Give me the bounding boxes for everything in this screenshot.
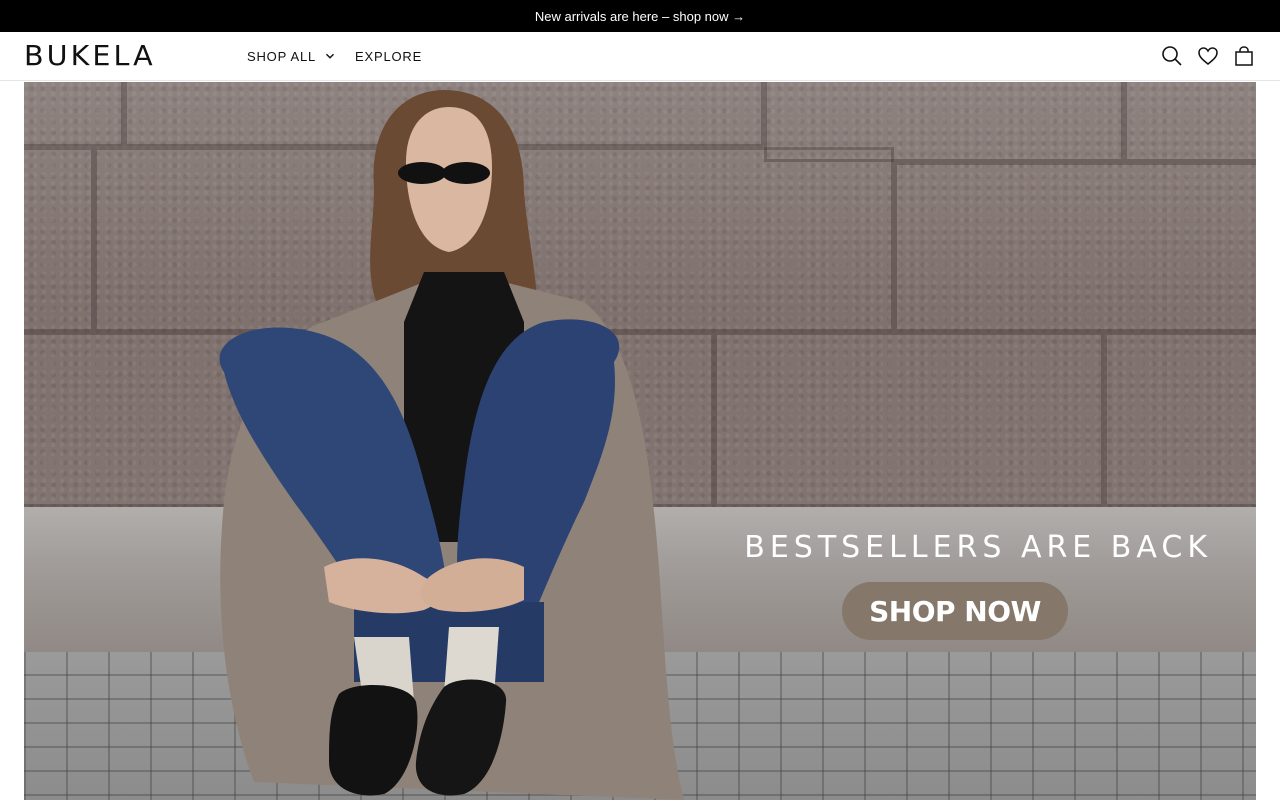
chevron-down-icon: [326, 53, 335, 59]
header-actions: [1148, 32, 1256, 80]
bag-icon: [1235, 46, 1253, 66]
hero-banner[interactable]: BESTSELLERS ARE BACK SHOP NOW: [24, 82, 1256, 800]
wishlist-button[interactable]: [1196, 44, 1220, 68]
main-nav: SHOP ALL EXPLORE: [247, 32, 442, 80]
announcement-bar: New arrivals are here – shop now →: [0, 0, 1280, 32]
brand-logo[interactable]: BUKELA: [24, 42, 156, 70]
search-icon: [1162, 46, 1182, 66]
search-button[interactable]: [1160, 44, 1184, 68]
announcement-link[interactable]: New arrivals are here – shop now →: [535, 9, 745, 24]
site-header: BUKELA SHOP ALL EXPLORE: [0, 32, 1280, 81]
cart-button[interactable]: [1232, 44, 1256, 68]
nav-shop-all-label: SHOP ALL: [247, 48, 317, 64]
heart-icon: [1198, 47, 1218, 65]
nav-explore[interactable]: EXPLORE: [355, 49, 422, 64]
hero-headline: BESTSELLERS ARE BACK: [744, 530, 1212, 565]
nav-shop-all[interactable]: SHOP ALL: [247, 49, 335, 64]
nav-explore-label: EXPLORE: [355, 48, 423, 64]
shop-now-button[interactable]: SHOP NOW: [842, 582, 1068, 640]
model-photo: [219, 90, 684, 800]
